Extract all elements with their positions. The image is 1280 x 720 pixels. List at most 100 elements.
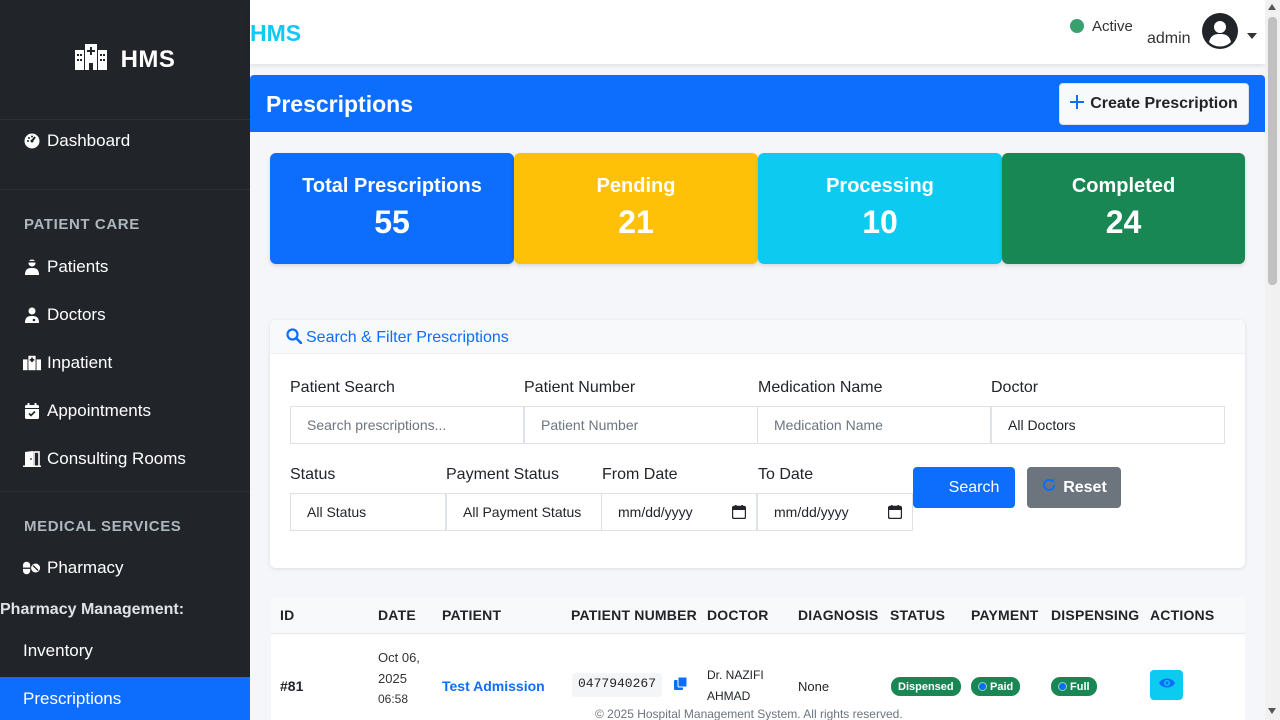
column-header-date: DATE — [378, 607, 416, 623]
medication-name-input[interactable]: Medication Name — [757, 406, 991, 444]
reset-button-label: Reset — [1063, 478, 1107, 496]
from-date-value: mm/dd/yyyy — [618, 504, 693, 520]
prescription-id: #81 — [280, 678, 304, 694]
scroll-up-arrow-icon[interactable] — [1268, 4, 1276, 10]
column-header-id: ID — [280, 607, 295, 623]
filter-card: Search & Filter Prescriptions Patient Se… — [270, 320, 1245, 568]
topbar: HMS Active admin — [250, 0, 1265, 64]
sidebar-item-label: Prescriptions — [23, 689, 122, 708]
create-prescription-label: Create Prescription — [1090, 95, 1238, 112]
search-icon — [286, 328, 303, 349]
doctor-name: Dr. NAZIFI AHMAD — [707, 665, 764, 707]
to-date-input[interactable]: mm/dd/yyyy — [757, 493, 913, 531]
sidebar-item-appointments[interactable]: Appointments — [0, 389, 250, 433]
sidebar-item-label: Consulting Rooms — [47, 449, 186, 468]
date-line-1: Oct 06, — [378, 650, 420, 665]
user-avatar-icon[interactable] — [1202, 13, 1238, 49]
pills-icon — [23, 559, 41, 577]
hospital-icon — [23, 354, 41, 372]
section-heading-medical-services: MEDICAL SERVICES — [24, 518, 182, 535]
sidebar-item-label: Doctors — [47, 305, 106, 324]
to-date-label: To Date — [758, 466, 814, 483]
copy-icon[interactable] — [674, 676, 688, 695]
door-open-icon — [23, 450, 41, 468]
doctor-select[interactable]: All Doctors — [991, 406, 1225, 444]
user-doctor-icon — [23, 306, 41, 324]
sidebar-item-consulting-rooms[interactable]: Consulting Rooms — [0, 437, 250, 481]
scroll-down-arrow-icon[interactable] — [1268, 708, 1276, 714]
patient-number-label: Patient Number — [524, 379, 636, 396]
check-circle-icon — [1058, 682, 1067, 691]
filter-card-header: Search & Filter Prescriptions — [270, 320, 1245, 354]
scrollbar-thumb[interactable] — [1268, 17, 1277, 285]
calendar-icon[interactable] — [887, 505, 903, 522]
eye-icon — [1158, 676, 1175, 694]
brand-name: HMS — [120, 45, 176, 73]
sidebar-item-label: Pharmacy — [47, 558, 124, 577]
payment-status-select[interactable]: All Payment Status — [446, 493, 602, 531]
patient-search-input[interactable]: Search prescriptions... — [290, 406, 524, 444]
section-heading-patient-care: PATIENT CARE — [24, 216, 140, 233]
patient-number-input[interactable]: Patient Number — [524, 406, 758, 444]
user-name[interactable]: admin — [1147, 30, 1191, 48]
sidebar-item-label: Appointments — [47, 401, 151, 420]
calendar-icon[interactable] — [731, 505, 747, 522]
search-button-label: Search — [948, 478, 1000, 496]
dispensing-badge: Full — [1051, 677, 1097, 696]
view-button[interactable] — [1150, 670, 1183, 700]
sidebar-item-patients[interactable]: Patients — [0, 245, 250, 289]
stat-card-pending: Pending 21 — [514, 153, 758, 264]
sidebar-item-inpatient[interactable]: Inpatient — [0, 341, 250, 385]
payment-badge: Paid — [971, 677, 1021, 696]
column-header-status: STATUS — [890, 607, 946, 623]
sidebar: HMS Dashboard PATIENT CARE Patients Doct… — [0, 0, 250, 720]
doctor-line-2: AHMAD — [707, 689, 751, 703]
stat-card-processing: Processing 10 — [758, 153, 1002, 264]
status-select[interactable]: All Status — [290, 493, 446, 531]
stat-label: Processing — [826, 175, 934, 197]
sidebar-item-label: Dashboard — [47, 131, 131, 150]
filter-title: Search & Filter Prescriptions — [306, 329, 509, 346]
doctor-line-1: Dr. NAZIFI — [707, 668, 764, 682]
create-prescription-button[interactable]: Create Prescription — [1059, 83, 1249, 125]
sidebar-item-inventory[interactable]: Inventory — [0, 629, 250, 673]
stat-value: 10 — [862, 204, 898, 240]
diagnosis-value: None — [798, 679, 830, 694]
refresh-icon — [1041, 477, 1057, 498]
sidebar-item-label: Inventory — [23, 641, 93, 660]
sidebar-item-prescriptions[interactable]: Prescriptions — [0, 677, 250, 720]
stat-label: Total Prescriptions — [302, 175, 482, 197]
calendar-check-icon — [23, 402, 41, 420]
column-header-patient-number: PATIENT NUMBER — [571, 607, 697, 623]
from-date-label: From Date — [602, 466, 678, 483]
sidebar-item-doctors[interactable]: Doctors — [0, 293, 250, 337]
app-title: HMS — [250, 20, 302, 46]
sidebar-divider — [0, 189, 250, 190]
sidebar-divider — [0, 491, 250, 492]
page-header: Prescriptions Create Prescription — [250, 75, 1265, 132]
chevron-down-icon[interactable] — [1247, 33, 1257, 39]
sidebar-item-label: Inpatient — [47, 353, 113, 372]
column-header-actions: ACTIONS — [1150, 607, 1215, 623]
status-badge: Dispensed — [891, 677, 961, 696]
status-badge-label: Dispensed — [898, 680, 954, 693]
patient-number-code: 0477940267 — [572, 673, 663, 697]
search-button[interactable]: Search — [913, 467, 1015, 508]
prescriptions-table: ID DATE PATIENT PATIENT NUMBER DOCTOR DI… — [271, 597, 1245, 720]
status-label: Status — [290, 466, 336, 483]
date-line-2: 2025 — [378, 671, 407, 686]
page-scrollbar[interactable] — [1265, 0, 1280, 720]
check-circle-icon — [978, 682, 987, 691]
column-header-dispensing: DISPENSING — [1051, 607, 1140, 623]
stat-card-total: Total Prescriptions 55 — [270, 153, 514, 264]
stat-label: Pending — [596, 175, 676, 197]
sidebar-item-pharmacy[interactable]: Pharmacy — [0, 546, 250, 590]
stat-value: 55 — [374, 204, 410, 240]
reset-button[interactable]: Reset — [1027, 467, 1121, 508]
gauge-icon — [23, 132, 41, 150]
payment-status-label: Payment Status — [446, 466, 559, 483]
from-date-input[interactable]: mm/dd/yyyy — [601, 493, 757, 531]
sidebar-item-dashboard[interactable]: Dashboard — [0, 119, 250, 163]
patient-link[interactable]: Test Admission — [442, 678, 545, 694]
sidebar-brand[interactable]: HMS — [0, 0, 250, 120]
